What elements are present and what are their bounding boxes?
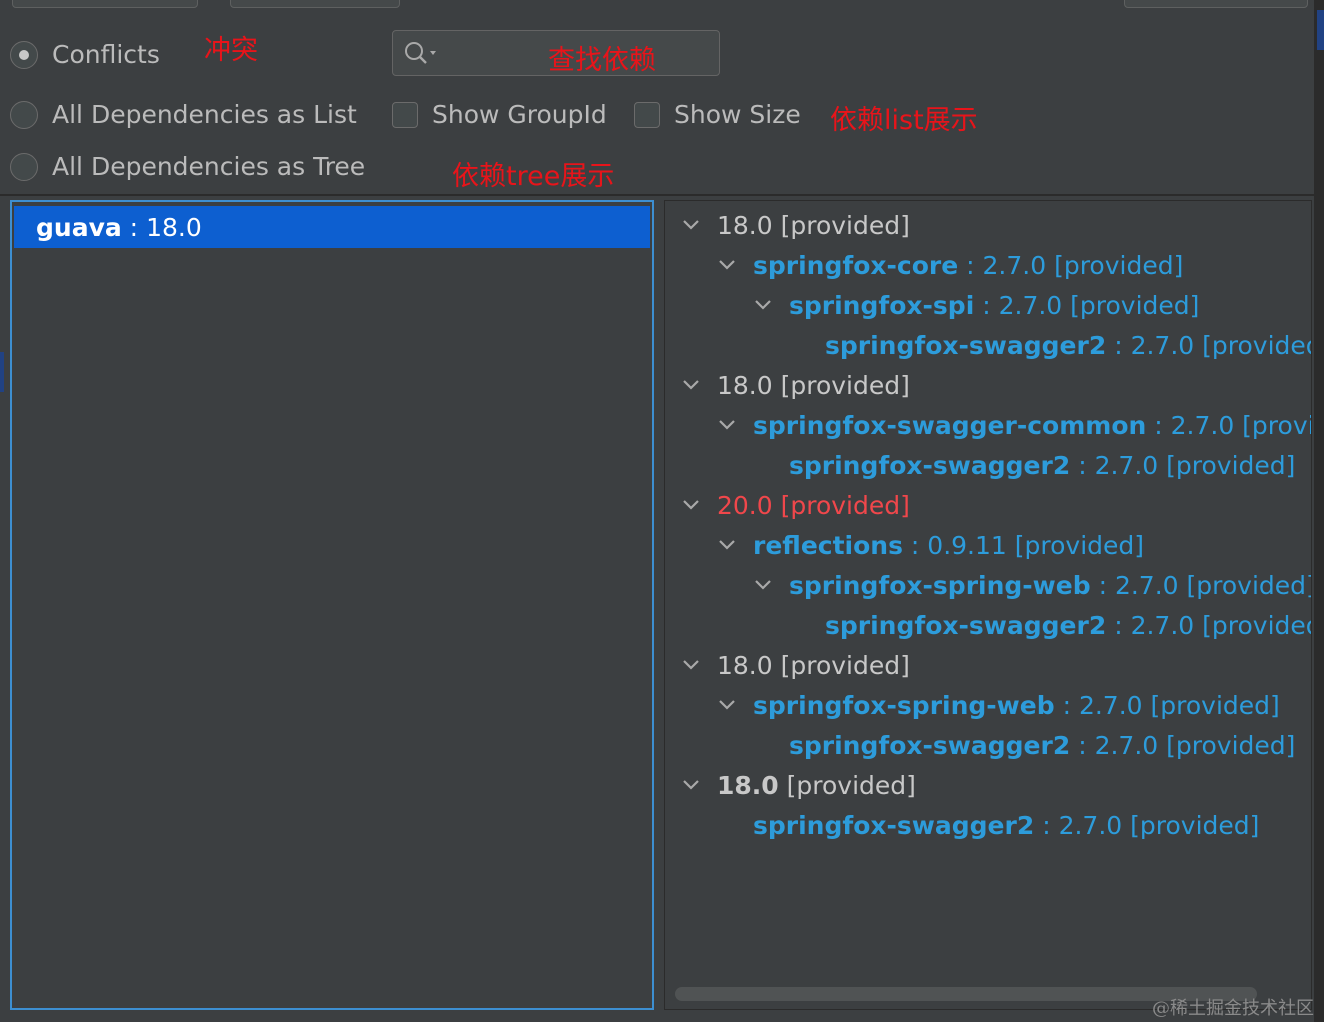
version-label: 18.0 [provided]: [717, 210, 910, 240]
chevron-down-icon[interactable]: [679, 493, 703, 517]
artifact-version: : 2.7.0 [provided]: [1154, 410, 1311, 440]
tree-node[interactable]: springfox-swagger-common : 2.7.0 [provid…: [715, 405, 1311, 445]
right-edge-indicator: [1317, 10, 1324, 50]
chevron-down-icon[interactable]: [751, 573, 775, 597]
show-size-option[interactable]: Show Size: [634, 100, 801, 129]
chevron-down-icon[interactable]: [679, 653, 703, 677]
show-groupid-option[interactable]: Show GroupId: [392, 100, 607, 129]
conflict-artifact-version: 18.0: [146, 212, 202, 242]
top-button-1[interactable]: [12, 0, 198, 8]
tree-radio-label: All Dependencies as Tree: [52, 152, 366, 181]
conflicts-annotation: 冲突: [204, 35, 258, 66]
show-groupid-label: Show GroupId: [432, 100, 607, 129]
list-view-annotation-text: 依赖list展示: [830, 105, 978, 136]
search-icon: [403, 40, 439, 70]
show-size-label: Show Size: [674, 100, 801, 129]
tree-node[interactable]: 18.0 [provided]: [679, 645, 910, 685]
version-label: 18.0 [provided]: [717, 370, 910, 400]
chevron-down-icon[interactable]: [679, 373, 703, 397]
tree-node[interactable]: 18.0 [provided]: [679, 205, 910, 245]
tree-node[interactable]: 18.0 [provided]: [679, 765, 916, 805]
list-radio-label: All Dependencies as List: [52, 100, 357, 129]
artifact-name: springfox-swagger2: [753, 810, 1035, 840]
tree-node[interactable]: springfox-core : 2.7.0 [provided]: [715, 245, 1183, 285]
chevron-down-icon[interactable]: [715, 253, 739, 277]
artifact-version: : 2.7.0 [provided]: [1034, 810, 1260, 840]
conflicts-radio-option[interactable]: Conflicts: [10, 40, 160, 69]
chevron-down-icon[interactable]: [679, 773, 703, 797]
artifact-version: : 2.7.0 [provided]: [1106, 610, 1312, 640]
show-groupid-checkbox[interactable]: [392, 101, 418, 128]
watermark: @稀土掘金技术社区: [1152, 998, 1314, 1019]
tree-node[interactable]: springfox-spring-web : 2.7.0 [provided]: [715, 685, 1280, 725]
artifact-version: : 2.7.0 [provided]: [974, 290, 1200, 320]
version-label-bold: 18.0: [717, 770, 779, 800]
conflicts-list-panel[interactable]: guava : 18.0: [10, 200, 654, 1010]
artifact-name: springfox-swagger2: [825, 610, 1107, 640]
tree-radio[interactable]: [10, 152, 38, 181]
conflicts-radio-label: Conflicts: [52, 40, 160, 69]
artifact-version: : 0.9.11 [provided]: [902, 530, 1145, 560]
artifact-version: : 2.7.0 [provided]: [1054, 690, 1280, 720]
list-radio-option[interactable]: All Dependencies as List: [10, 100, 357, 129]
left-edge-indicator: [0, 352, 4, 392]
tree-node[interactable]: springfox-swagger2 : 2.7.0 [provided]: [751, 445, 1295, 485]
conflict-separator: :: [121, 212, 147, 242]
artifact-version: : 2.7.0 [provided]: [958, 250, 1184, 280]
artifact-name: springfox-swagger2: [789, 730, 1071, 760]
tree-node[interactable]: 20.0 [provided]: [679, 485, 910, 525]
version-label: [provided]: [778, 770, 916, 800]
artifact-name: reflections: [753, 530, 903, 560]
dependency-tree-panel[interactable]: 18.0 [provided] springfox-core : 2.7.0 [p…: [664, 200, 1312, 1010]
conflict-list-item[interactable]: guava : 18.0: [14, 206, 650, 248]
search-annotation: 查找依赖: [548, 45, 656, 76]
conflicts-radio[interactable]: [10, 40, 38, 69]
artifact-name: springfox-spring-web: [789, 570, 1091, 600]
tree-node[interactable]: reflections : 0.9.11 [provided]: [715, 525, 1144, 565]
chevron-down-icon[interactable]: [751, 293, 775, 317]
artifact-version: : 2.7.0 [provided]: [1070, 730, 1296, 760]
artifact-version: : 2.7.0 [provided]: [1070, 450, 1296, 480]
tree-node[interactable]: springfox-spring-web : 2.7.0 [provided]: [751, 565, 1312, 605]
list-radio[interactable]: [10, 100, 38, 129]
right-edge-bar: [1314, 0, 1324, 1022]
tree-view-annotation: 依赖tree展示: [452, 161, 615, 192]
tree-node[interactable]: springfox-spi : 2.7.0 [provided]: [751, 285, 1199, 325]
chevron-down-icon[interactable]: [679, 213, 703, 237]
tree-radio-option[interactable]: All Dependencies as Tree: [10, 152, 365, 181]
top-button-2[interactable]: [230, 0, 400, 8]
chevron-down-icon[interactable]: [715, 533, 739, 557]
artifact-name: springfox-core: [753, 250, 959, 280]
chevron-down-icon[interactable]: [715, 413, 739, 437]
tree-node[interactable]: springfox-swagger2 : 2.7.0 [provided]: [787, 605, 1312, 645]
artifact-name: springfox-spring-web: [753, 690, 1055, 720]
artifact-name: springfox-swagger2: [789, 450, 1071, 480]
show-size-checkbox[interactable]: [634, 101, 660, 128]
tree-node[interactable]: springfox-swagger2 : 2.7.0 [provided]: [787, 325, 1312, 365]
version-label: 18.0 [provided]: [717, 650, 910, 680]
artifact-name: springfox-swagger2: [825, 330, 1107, 360]
chevron-down-icon[interactable]: [715, 693, 739, 717]
top-button-3[interactable]: [1124, 0, 1308, 8]
tree-node[interactable]: 18.0 [provided]: [679, 365, 910, 405]
list-view-annotation: 依赖list展示: [830, 98, 978, 137]
conflict-version-label: 20.0 [provided]: [717, 490, 910, 520]
artifact-name: springfox-spi: [789, 290, 975, 320]
artifact-name: springfox-swagger-common: [753, 410, 1147, 440]
artifact-version: : 2.7.0 [provided]: [1106, 330, 1312, 360]
toolbar-divider: [0, 194, 1314, 196]
conflict-artifact-name: guava: [36, 212, 122, 242]
tree-node[interactable]: springfox-swagger2 : 2.7.0 [provided]: [715, 805, 1259, 845]
tree-node[interactable]: springfox-swagger2 : 2.7.0 [provided]: [751, 725, 1295, 765]
artifact-version: : 2.7.0 [provided]: [1090, 570, 1312, 600]
